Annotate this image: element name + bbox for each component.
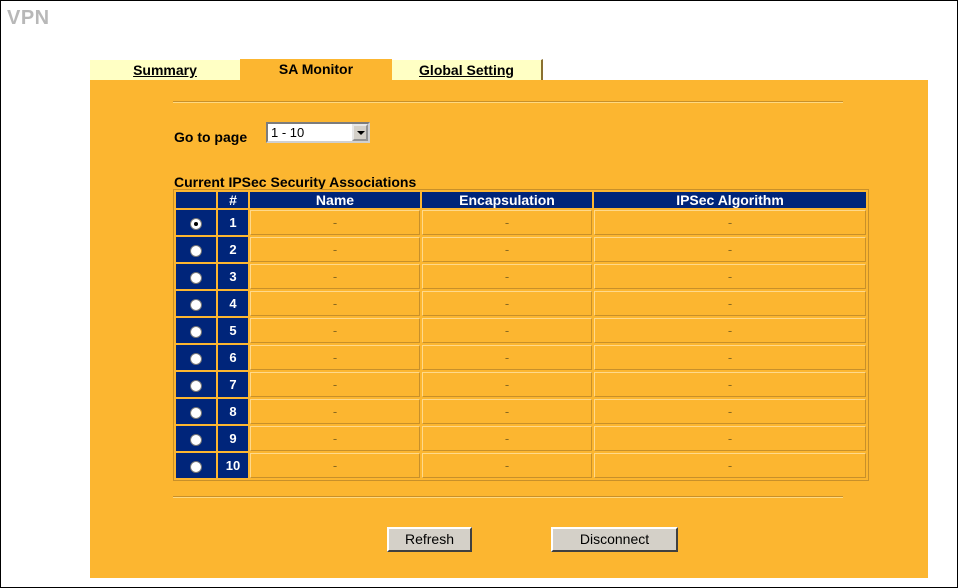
table-row: 2--- bbox=[176, 237, 866, 262]
tab-global-setting[interactable]: Global Setting bbox=[392, 59, 543, 80]
row-algorithm: - bbox=[594, 210, 866, 235]
row-number: 2 bbox=[218, 237, 248, 262]
row-name: - bbox=[250, 210, 420, 235]
section-title: Current IPSec Security Associations bbox=[174, 174, 417, 190]
row-encapsulation: - bbox=[422, 237, 592, 262]
refresh-button[interactable]: Refresh bbox=[387, 527, 472, 552]
table-row: 7--- bbox=[176, 372, 866, 397]
table-row: 4--- bbox=[176, 291, 866, 316]
row-number: 3 bbox=[218, 264, 248, 289]
row-select-cell bbox=[176, 426, 216, 451]
row-radio[interactable] bbox=[190, 460, 202, 473]
table-row: 9--- bbox=[176, 426, 866, 451]
row-name: - bbox=[250, 345, 420, 370]
col-header-select bbox=[176, 192, 216, 208]
row-algorithm: - bbox=[594, 399, 866, 424]
chevron-down-icon[interactable] bbox=[352, 124, 368, 141]
row-algorithm: - bbox=[594, 453, 866, 478]
row-name: - bbox=[250, 399, 420, 424]
row-select-cell bbox=[176, 453, 216, 478]
sa-table: # Name Encapsulation IPSec Algorithm 1--… bbox=[173, 189, 869, 481]
content-panel: Go to page 1 - 10 Current IPSec Security… bbox=[90, 80, 928, 578]
row-encapsulation: - bbox=[422, 318, 592, 343]
row-select-cell bbox=[176, 345, 216, 370]
divider-bottom bbox=[173, 496, 843, 498]
row-radio[interactable] bbox=[190, 271, 202, 284]
row-encapsulation: - bbox=[422, 345, 592, 370]
row-name: - bbox=[250, 372, 420, 397]
row-select-cell bbox=[176, 210, 216, 235]
table-row: 3--- bbox=[176, 264, 866, 289]
row-encapsulation: - bbox=[422, 372, 592, 397]
row-algorithm: - bbox=[594, 372, 866, 397]
table-row: 1--- bbox=[176, 210, 866, 235]
row-encapsulation: - bbox=[422, 264, 592, 289]
tab-global-setting-label: Global Setting bbox=[419, 62, 514, 78]
row-encapsulation: - bbox=[422, 210, 592, 235]
table-row: 10- - - bbox=[176, 453, 866, 478]
row-radio[interactable] bbox=[190, 298, 202, 311]
row-encapsulation: - bbox=[422, 291, 592, 316]
row-select-cell bbox=[176, 318, 216, 343]
row-algorithm: - bbox=[594, 345, 866, 370]
page-title: VPN bbox=[7, 7, 50, 29]
disconnect-button[interactable]: Disconnect bbox=[551, 527, 678, 552]
row-select-cell bbox=[176, 291, 216, 316]
col-header-name: Name bbox=[250, 192, 420, 208]
row-radio[interactable] bbox=[190, 352, 202, 365]
row-number: 4 bbox=[218, 291, 248, 316]
row-name: - bbox=[250, 318, 420, 343]
row-number: 1 bbox=[218, 210, 248, 235]
tab-sa-monitor[interactable]: SA Monitor bbox=[240, 59, 392, 80]
row-algorithm: - bbox=[594, 318, 866, 343]
row-encapsulation: - bbox=[422, 426, 592, 451]
row-algorithm: - bbox=[594, 291, 866, 316]
row-name: - bbox=[250, 291, 420, 316]
row-radio[interactable] bbox=[190, 433, 202, 446]
col-header-encapsulation: Encapsulation bbox=[422, 192, 592, 208]
tab-summary[interactable]: Summary bbox=[90, 59, 240, 80]
row-algorithm: - bbox=[594, 237, 866, 262]
row-select-cell bbox=[176, 372, 216, 397]
row-number: 9 bbox=[218, 426, 248, 451]
goto-page-label: Go to page bbox=[174, 129, 248, 145]
row-select-cell bbox=[176, 264, 216, 289]
row-radio[interactable] bbox=[190, 379, 202, 392]
col-header-number: # bbox=[218, 192, 248, 208]
table-row: 5--- bbox=[176, 318, 866, 343]
row-select-cell bbox=[176, 237, 216, 262]
row-number: 8 bbox=[218, 399, 248, 424]
row-name: - bbox=[250, 237, 420, 262]
page-select-value: 1 - 10 bbox=[271, 125, 305, 140]
row-number: 10 bbox=[218, 453, 248, 478]
row-select-cell bbox=[176, 399, 216, 424]
tab-summary-label: Summary bbox=[133, 62, 197, 78]
page-frame: VPN Summary SA Monitor Global Setting Go… bbox=[0, 0, 958, 588]
row-algorithm: - bbox=[594, 264, 866, 289]
row-encapsulation: - bbox=[422, 399, 592, 424]
row-number: 5 bbox=[218, 318, 248, 343]
row-algorithm: - bbox=[594, 426, 866, 451]
row-name: - bbox=[250, 426, 420, 451]
row-radio[interactable] bbox=[190, 217, 202, 230]
row-name: - bbox=[250, 453, 420, 478]
row-encapsulation: - bbox=[422, 453, 592, 478]
table-row: 8--- bbox=[176, 399, 866, 424]
page-select[interactable]: 1 - 10 bbox=[266, 122, 370, 143]
col-header-algorithm: IPSec Algorithm bbox=[594, 192, 866, 208]
row-radio[interactable] bbox=[190, 244, 202, 257]
tab-sa-monitor-label: SA Monitor bbox=[278, 61, 354, 77]
divider-top bbox=[173, 101, 843, 103]
row-number: 6 bbox=[218, 345, 248, 370]
row-name: - bbox=[250, 264, 420, 289]
row-radio[interactable] bbox=[190, 406, 202, 419]
table-header-row: # Name Encapsulation IPSec Algorithm bbox=[176, 192, 866, 208]
row-number: 7 bbox=[218, 372, 248, 397]
table-row: 6--- bbox=[176, 345, 866, 370]
row-radio[interactable] bbox=[190, 325, 202, 338]
